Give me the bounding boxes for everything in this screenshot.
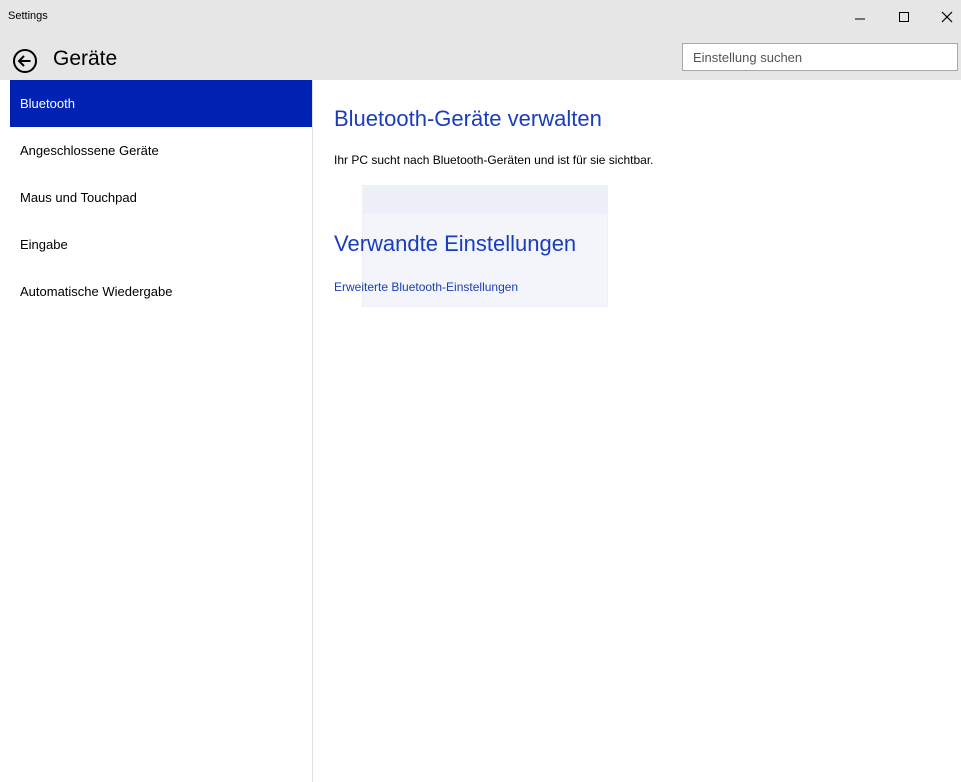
related-settings-heading: Verwandte Einstellungen — [334, 231, 577, 256]
title-bar: Settings — [0, 0, 961, 34]
close-button[interactable] — [927, 0, 961, 34]
sidebar-item-automatische-wiedergabe[interactable]: Automatische Wiedergabe — [10, 268, 312, 315]
section-description: Ihr PC sucht nach Bluetooth-Geräten und … — [334, 153, 654, 167]
page-title: Geräte — [53, 47, 118, 70]
maximize-button[interactable] — [884, 0, 924, 34]
minimize-button[interactable] — [840, 0, 880, 34]
sidebar-item-maus-und-touchpad[interactable]: Maus und Touchpad — [10, 174, 312, 221]
maximize-icon — [899, 12, 909, 22]
minimize-icon — [855, 18, 865, 20]
arrow-left-circle-icon — [13, 49, 37, 73]
back-button[interactable] — [12, 48, 38, 74]
sidebar-item-bluetooth[interactable]: Bluetooth — [10, 80, 312, 127]
section-heading: Bluetooth-Geräte verwalten — [334, 106, 602, 131]
close-icon — [941, 11, 953, 23]
sidebar-item-eingabe[interactable]: Eingabe — [10, 221, 312, 268]
window-title: Settings — [8, 10, 48, 22]
advanced-bluetooth-settings-link[interactable]: Erweiterte Bluetooth-Einstellungen — [334, 280, 518, 294]
sidebar-item-angeschlossene-geraete[interactable]: Angeschlossene Geräte — [10, 127, 312, 174]
search-input[interactable] — [682, 43, 958, 71]
